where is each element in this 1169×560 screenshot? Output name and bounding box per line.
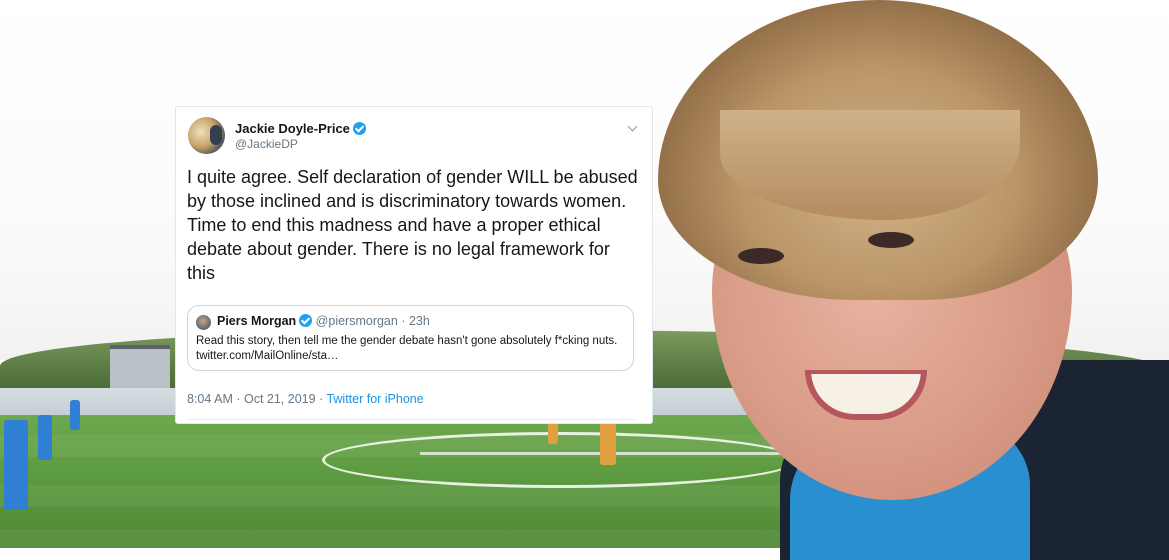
chevron-down-icon[interactable] (627, 121, 638, 132)
divider (187, 419, 636, 420)
verified-badge-icon (299, 314, 313, 327)
quoted-author-avatar (196, 315, 211, 330)
stadium-stand (110, 345, 170, 394)
quoted-header: Piers Morgan @piersmorgan · 23h (217, 314, 430, 328)
tweet-text: I quite agree. Self declaration of gende… (187, 167, 638, 283)
player (548, 422, 558, 444)
tweet-source-link[interactable]: Twitter for iPhone (326, 392, 423, 406)
tweet-timestamp[interactable]: 8:04 AM · Oct 21, 2019 (187, 392, 316, 406)
quoted-tweet[interactable]: Piers Morgan @piersmorgan · 23h Read thi… (187, 305, 634, 371)
tweet-footer: 8:04 AM · Oct 21, 2019 · Twitter for iPh… (187, 392, 424, 406)
author-handle[interactable]: @JackieDP (235, 137, 298, 151)
author-name-text[interactable]: Jackie Doyle-Price (235, 121, 350, 136)
player (70, 400, 80, 430)
quoted-author-handle: @piersmorgan (315, 314, 398, 328)
eye (738, 248, 784, 264)
eye (868, 232, 914, 248)
player (4, 420, 28, 510)
quoted-age: · 23h (401, 314, 430, 328)
player (600, 423, 616, 465)
quoted-text: Read this story, then tell me the gender… (196, 335, 618, 362)
selfie-person (630, 0, 1169, 560)
quoted-author-name: Piers Morgan (217, 314, 297, 328)
tweet-card[interactable]: Jackie Doyle-Price @JackieDP I quite agr… (175, 106, 653, 424)
author-name[interactable]: Jackie Doyle-Price (235, 121, 366, 136)
author-avatar[interactable] (188, 117, 225, 154)
verified-badge-icon (352, 122, 366, 135)
footer-separator: · (315, 392, 327, 406)
player (38, 415, 52, 460)
